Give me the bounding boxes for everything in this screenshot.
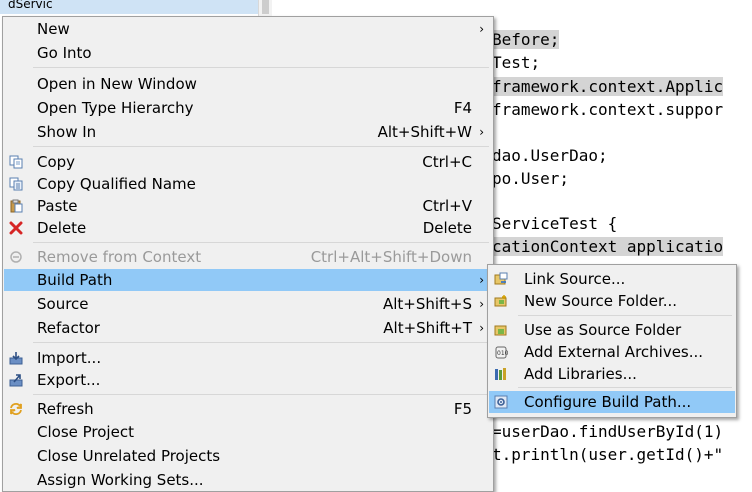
- copy-qualified-name-icon: [9, 177, 23, 191]
- menu-item-build-path[interactable]: Build Path ›: [4, 269, 492, 291]
- menu-item-import[interactable]: Import...: [4, 347, 492, 369]
- menu-item-label: Build Path: [37, 271, 113, 289]
- menu-item-label: Show In: [37, 123, 97, 141]
- code-line: framework.context.Applic: [492, 77, 724, 96]
- menu-item-label: Source: [37, 295, 89, 313]
- build-path-submenu: Link Source... New Source Folder... Use …: [487, 264, 737, 418]
- submenu-arrow-icon: ›: [479, 321, 484, 335]
- menu-item-label: Close Project: [37, 423, 134, 441]
- menu-item-shortcut: Alt+Shift+T: [383, 319, 472, 337]
- menu-separator: [518, 315, 732, 316]
- new-source-folder-icon: [494, 295, 507, 307]
- menu-separator: [518, 387, 732, 388]
- submenu-arrow-icon: ›: [479, 297, 484, 311]
- delete-icon: [9, 221, 23, 235]
- menu-item-show-in[interactable]: Show In Alt+Shift+W ›: [4, 121, 492, 143]
- explorer-row-label: dServic: [8, 0, 53, 11]
- menu-separator: [33, 67, 489, 68]
- menu-item-shortcut: Ctrl+V: [422, 197, 472, 215]
- submenu-arrow-icon: ›: [479, 273, 484, 287]
- menu-item-shortcut: Delete: [422, 219, 472, 237]
- menu-item-label: Export...: [37, 371, 101, 389]
- menu-separator: [33, 342, 489, 343]
- menu-item-label: Open Type Hierarchy: [37, 99, 194, 117]
- menu-item-label: Copy: [37, 153, 76, 171]
- add-external-archives-icon: 010: [495, 346, 508, 359]
- menu-item-shortcut: Ctrl+C: [422, 153, 472, 171]
- menu-item-label: Open in New Window: [37, 75, 197, 93]
- menu-item-label: Remove from Context: [37, 248, 202, 266]
- menu-item-copy[interactable]: Copy Ctrl+C: [4, 151, 492, 173]
- menu-item-label: New Source Folder...: [524, 292, 678, 310]
- menu-separator: [33, 146, 489, 147]
- menu-item-remove-from-context[interactable]: Remove from Context Ctrl+Alt+Shift+Down: [4, 246, 492, 268]
- export-icon: [9, 374, 23, 387]
- menu-item-configure-build-path[interactable]: Configure Build Path...: [489, 391, 735, 413]
- code-line: Test;: [492, 53, 541, 72]
- menu-item-shortcut: F5: [453, 400, 472, 418]
- menu-item-label: Delete: [37, 219, 87, 237]
- menu-item-shortcut: Ctrl+Alt+Shift+Down: [310, 248, 472, 266]
- menu-item-shortcut: Alt+Shift+W: [377, 123, 472, 141]
- menu-item-label: Import...: [37, 349, 102, 367]
- code-line: ServiceTest {: [492, 214, 618, 233]
- menu-item-label: Refresh: [37, 400, 94, 418]
- submenu-arrow-icon: ›: [479, 22, 484, 36]
- submenu-arrow-icon: ›: [479, 125, 484, 139]
- menu-item-shortcut: F4: [453, 99, 472, 117]
- refresh-icon: [10, 403, 22, 415]
- scrollbar-thumb[interactable]: [262, 0, 269, 14]
- code-line: cationContext applicatio: [492, 237, 724, 256]
- code-line: t.println(user.getId()+": [492, 445, 724, 464]
- import-icon: [9, 352, 23, 365]
- menu-item-label: Add External Archives...: [524, 343, 704, 361]
- menu-item-add-external-archives[interactable]: 010 Add External Archives...: [489, 341, 735, 363]
- svg-text:010: 010: [497, 350, 508, 357]
- menu-item-new[interactable]: New ›: [4, 18, 492, 40]
- menu-item-export[interactable]: Export...: [4, 369, 492, 391]
- code-line: dao.UserDao;: [492, 146, 608, 165]
- menu-item-close-unrelated-projects[interactable]: Close Unrelated Projects: [4, 445, 492, 467]
- menu-item-shortcut: Alt+Shift+S: [382, 295, 472, 313]
- menu-item-copy-qualified-name[interactable]: Copy Qualified Name: [4, 173, 492, 195]
- menu-item-label: Go Into: [37, 44, 92, 62]
- code-line: Before;: [492, 30, 560, 49]
- menu-item-link-source[interactable]: Link Source...: [489, 268, 735, 290]
- menu-separator: [33, 242, 489, 243]
- menu-item-source[interactable]: Source Alt+Shift+S ›: [4, 293, 492, 315]
- remove-from-context-icon: [10, 251, 22, 263]
- menu-item-label: Close Unrelated Projects: [37, 447, 221, 465]
- menu-item-close-project[interactable]: Close Project: [4, 421, 492, 443]
- menu-item-label: Paste: [37, 197, 78, 215]
- menu-item-label: New: [37, 20, 70, 38]
- configure-build-path-icon: [494, 395, 508, 409]
- copy-icon: [9, 155, 23, 169]
- menu-item-refresh[interactable]: Refresh F5: [4, 398, 492, 420]
- code-line: framework.context.suppor: [492, 100, 724, 119]
- link-source-icon: [494, 272, 508, 285]
- menu-item-open-type-hierarchy[interactable]: Open Type Hierarchy F4: [4, 97, 492, 119]
- menu-item-label: Copy Qualified Name: [37, 175, 196, 193]
- menu-item-paste[interactable]: Paste Ctrl+V: [4, 195, 492, 217]
- menu-item-label: Add Libraries...: [524, 365, 637, 383]
- menu-separator: [33, 394, 489, 395]
- explorer-selected-row[interactable]: dServic: [0, 0, 258, 14]
- menu-item-label: Refactor: [37, 319, 100, 337]
- menu-item-use-as-source-folder[interactable]: Use as Source Folder: [489, 319, 735, 341]
- menu-item-label: Configure Build Path...: [524, 393, 692, 411]
- context-menu: New › Go Into Open in New Window Open Ty…: [2, 16, 494, 492]
- use-as-source-folder-icon: [494, 325, 507, 336]
- code-line: po.User;: [492, 169, 570, 188]
- paste-icon: [10, 199, 23, 213]
- menu-item-refactor[interactable]: Refactor Alt+Shift+T ›: [4, 317, 492, 339]
- menu-item-delete[interactable]: Delete Delete: [4, 217, 492, 239]
- menu-item-new-source-folder[interactable]: New Source Folder...: [489, 290, 735, 312]
- menu-item-label: Link Source...: [524, 270, 626, 288]
- menu-item-open-in-new-window[interactable]: Open in New Window: [4, 73, 492, 95]
- menu-item-go-into[interactable]: Go Into: [4, 42, 492, 64]
- code-line: =userDao.findUserById(1): [492, 422, 724, 441]
- menu-item-add-libraries[interactable]: Add Libraries...: [489, 363, 735, 385]
- add-libraries-icon: [495, 368, 506, 380]
- menu-item-label: Use as Source Folder: [524, 321, 682, 339]
